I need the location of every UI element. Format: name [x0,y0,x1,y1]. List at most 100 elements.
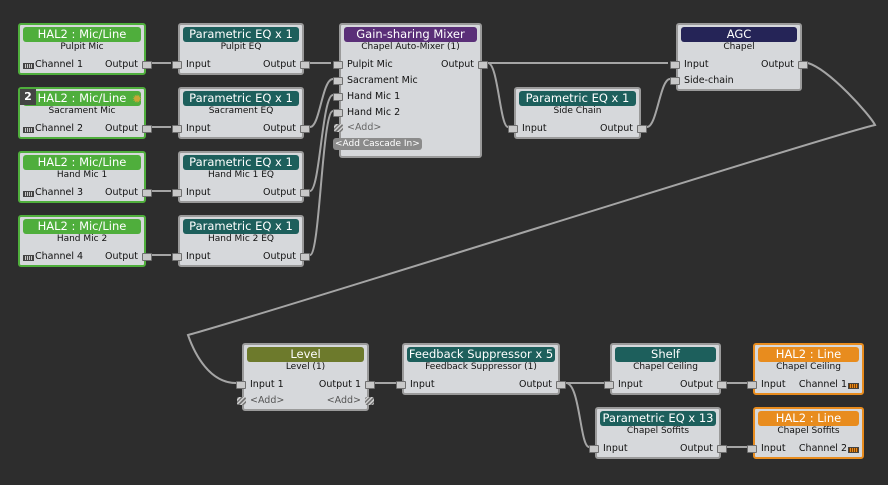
input-label: Input [186,59,211,70]
output-pin[interactable] [142,125,152,133]
parametric-eq-block-hand-mic-1[interactable]: Parametric EQ x 1 Hand Mic 1 EQ Input Ou… [172,151,310,203]
output-pin[interactable] [717,445,727,453]
input-label: Pulpit Mic [347,59,393,70]
agc-block[interactable]: AGC Chapel Input Output Side-chain [670,23,808,91]
output-label: Output [105,187,138,198]
output-label: Output [263,251,296,262]
add-pin-icon[interactable] [237,397,246,405]
output-pin[interactable] [717,381,727,389]
input-pin[interactable] [172,253,182,261]
output-label: Output [519,379,552,390]
add-output-label[interactable]: <Add> [327,395,361,407]
level-block[interactable]: Level Level (1) Input 1 Output 1 <Add> <… [236,343,375,411]
input-pin[interactable] [396,381,406,389]
input-label: Input [761,379,786,390]
output-label: Output [680,443,713,454]
block-title: HAL2 : Mic/Line [23,219,141,234]
hal2-output-block-soffits[interactable]: HAL2 : Line Chapel Soffits Input Channel… [747,407,864,459]
channel-label: Channel 4 [35,251,84,262]
feedback-suppressor-block[interactable]: Feedback Suppressor x 5 Feedback Suppres… [396,343,566,395]
block-title: Level [247,347,364,362]
block-name: Hand Mic 1 EQ [208,170,274,180]
output-pin[interactable] [300,189,310,197]
add-pin-icon[interactable] [334,124,343,132]
input-pin[interactable] [172,189,182,197]
input-pin[interactable] [589,445,599,453]
channel-icon [23,63,34,69]
gain-sharing-mixer-block[interactable]: Gain-sharing Mixer Chapel Auto-Mixer (1)… [333,23,488,158]
add-pin-icon[interactable] [365,397,374,405]
add-input-label[interactable]: <Add> [347,122,381,134]
channel-icon [23,255,34,261]
input-pin[interactable] [747,381,757,389]
output-pin[interactable] [142,253,152,261]
input-label: Input [618,379,643,390]
input-label: Input [603,443,628,454]
block-name: Chapel Ceiling [776,362,841,372]
input-label: Input [186,251,211,262]
gear-icon[interactable]: ✹ [132,93,142,105]
output-pin[interactable] [142,189,152,197]
block-name: Level (1) [285,362,326,372]
parametric-eq-block-soffits[interactable]: Parametric EQ x 13 Chapel Soffits Input … [589,407,727,459]
hal2-input-block-hand-mic-1[interactable]: HAL2 : Mic/Line Hand Mic 1 Channel 3 Out… [18,151,152,203]
input-pin[interactable] [172,125,182,133]
parametric-eq-block-hand-mic-2[interactable]: Parametric EQ x 1 Hand Mic 2 EQ Input Ou… [172,215,310,267]
shelf-block[interactable]: Shelf Chapel Ceiling Input Output [604,343,727,395]
input-label: Input [684,59,709,70]
side-chain-pin[interactable] [670,77,680,85]
output-pin[interactable] [142,61,152,69]
block-name: Hand Mic 2 EQ [208,234,274,244]
input-pin[interactable] [670,61,680,69]
block-title: Parametric EQ x 1 [519,91,636,106]
input-pin[interactable] [333,61,343,69]
input-pin[interactable] [508,125,518,133]
add-cascade-in-button[interactable]: <Add Cascade In> [333,138,422,150]
parametric-eq-block-side-chain[interactable]: Parametric EQ x 1 Side Chain Input Outpu… [508,87,647,139]
block-title: AGC [681,27,797,42]
output-pin[interactable] [300,253,310,261]
output-label: Output [263,59,296,70]
block-title: Feedback Suppressor x 5 [407,347,555,362]
add-input-label[interactable]: <Add> [250,395,284,407]
input-pin[interactable] [172,61,182,69]
channel-icon [23,127,34,133]
output-pin[interactable] [478,61,488,69]
channel-label: Channel 3 [35,187,84,198]
output-pin[interactable] [556,381,566,389]
output-pin[interactable] [300,61,310,69]
input-label: Input [522,123,547,134]
input-pin[interactable] [236,381,246,389]
block-name: Pulpit EQ [220,42,262,52]
hal2-input-block-sacrament[interactable]: HAL2 : Mic/Line 2 ✹ Sacrament Mic Channe… [18,87,152,139]
block-name: Chapel [723,42,755,52]
channel-label: Channel 1 [798,379,847,390]
output-label: Output [105,123,138,134]
block-title: Parametric EQ x 1 [183,219,299,234]
channel-label: Channel 2 [798,443,847,454]
output-label: Output [600,123,633,134]
hal2-input-block-hand-mic-2[interactable]: HAL2 : Mic/Line Hand Mic 2 Channel 4 Out… [18,215,152,267]
block-name: Sacrament EQ [208,106,274,116]
output-pin[interactable] [300,125,310,133]
input-pin[interactable] [333,77,343,85]
block-name: Hand Mic 2 [56,234,108,244]
output-pin[interactable] [798,61,808,69]
input-pin[interactable] [747,445,757,453]
output-pin[interactable] [365,381,375,389]
parametric-eq-block-pulpit[interactable]: Parametric EQ x 1 Pulpit EQ Input Output [172,23,310,75]
output-pin[interactable] [637,125,647,133]
parametric-eq-block-sacrament[interactable]: Parametric EQ x 1 Sacrament EQ Input Out… [172,87,310,139]
channel-icon [848,383,859,389]
output-label: Output 1 [318,379,361,390]
input-label: Input [186,187,211,198]
input-label: Input 1 [250,379,284,390]
input-pin[interactable] [604,381,614,389]
hal2-input-block-pulpit[interactable]: HAL2 : Mic/Line Pulpit Mic Channel 1 Out… [18,23,152,75]
block-title: Parametric EQ x 13 [600,411,716,426]
output-label: Output [263,187,296,198]
hal2-output-block-ceiling[interactable]: HAL2 : Line Chapel Ceiling Input Channel… [747,343,864,395]
channel-icon [848,447,859,453]
input-pin[interactable] [333,109,343,117]
input-pin[interactable] [333,93,343,101]
